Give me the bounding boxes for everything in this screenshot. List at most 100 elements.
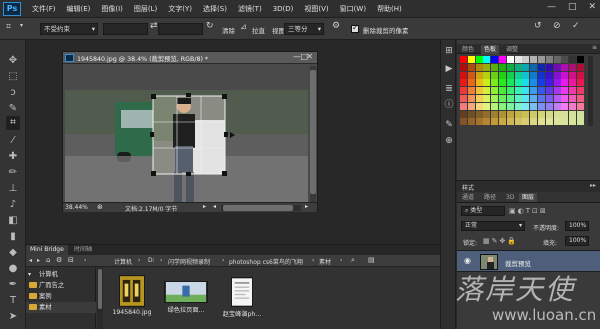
scroll-right-icon[interactable]: ▸	[305, 203, 308, 210]
stamp-tool-icon[interactable]: ⊥	[6, 182, 20, 196]
menu-filter[interactable]: 滤镜(T)	[238, 4, 262, 14]
color-swatch[interactable]	[506, 87, 514, 95]
healing-tool-icon[interactable]: ✚	[6, 150, 20, 164]
menu-window[interactable]: 窗口(W)	[340, 4, 366, 14]
color-swatch[interactable]	[475, 56, 483, 63]
color-swatch[interactable]	[538, 56, 545, 63]
color-swatch[interactable]	[460, 87, 467, 95]
color-swatch[interactable]	[553, 102, 561, 110]
breadcrumb-subfolder[interactable]: photoshop cs6菜鸟的飞翔	[229, 257, 303, 266]
color-swatch[interactable]	[491, 110, 499, 118]
color-swatch[interactable]	[499, 79, 506, 87]
color-swatch[interactable]	[538, 118, 545, 126]
color-swatch[interactable]	[514, 56, 522, 63]
panel-menu-icon[interactable]: ≡	[592, 44, 597, 51]
vertical-scrollbar[interactable]	[310, 66, 316, 202]
view-select[interactable]: 三等分 ▾	[284, 23, 324, 35]
horizontal-scrollbar[interactable]	[221, 205, 301, 211]
color-swatch[interactable]	[553, 63, 561, 71]
color-swatch[interactable]	[514, 71, 522, 79]
move-tool-icon[interactable]: ✥	[6, 54, 20, 68]
color-swatch[interactable]	[553, 56, 561, 63]
breadcrumb-computer[interactable]: 计算机	[114, 257, 132, 266]
layer-name[interactable]: 裁剪预览	[505, 258, 531, 268]
h-scroll-thumb[interactable]	[223, 205, 293, 211]
color-swatch[interactable]	[491, 71, 499, 79]
color-swatch[interactable]	[561, 102, 569, 110]
color-swatch[interactable]	[467, 71, 475, 79]
color-swatch[interactable]	[522, 79, 530, 87]
tab-mini-bridge[interactable]: Mini Bridge	[26, 245, 68, 255]
color-swatch[interactable]	[460, 95, 467, 102]
color-swatch[interactable]	[491, 102, 499, 110]
gradient-tool-icon[interactable]: ▮	[6, 230, 20, 244]
color-swatch[interactable]	[569, 63, 577, 71]
color-swatch[interactable]	[561, 87, 569, 95]
color-swatch[interactable]	[569, 102, 577, 110]
color-swatch[interactable]	[545, 63, 553, 71]
color-swatch[interactable]	[553, 87, 561, 95]
color-swatch[interactable]	[577, 110, 584, 118]
color-swatch[interactable]	[483, 95, 491, 102]
color-swatch[interactable]	[553, 79, 561, 87]
color-swatch[interactable]	[577, 79, 584, 87]
color-swatch[interactable]	[522, 110, 530, 118]
color-swatch[interactable]	[483, 110, 491, 118]
color-swatch[interactable]	[467, 63, 475, 71]
tab-timeline[interactable]: 时间轴	[70, 245, 96, 255]
color-swatch[interactable]	[553, 71, 561, 79]
color-swatch[interactable]	[545, 118, 553, 126]
color-swatch[interactable]	[475, 71, 483, 79]
menu-type[interactable]: 文字(Y)	[168, 4, 192, 14]
eyedropper-tool-icon[interactable]: ⁄	[6, 134, 20, 148]
color-swatch[interactable]	[530, 95, 538, 102]
color-swatch[interactable]	[522, 95, 530, 102]
document-titlebar[interactable]: 1945840.jpg @ 38.4% (裁剪预览, RGB/8) * — □ …	[63, 52, 317, 64]
color-swatch[interactable]	[561, 110, 569, 118]
color-swatch[interactable]	[467, 56, 475, 63]
kind-filter-select[interactable]: ⌕ 类型	[461, 206, 505, 216]
color-swatch[interactable]	[491, 87, 499, 95]
tab-adjustments[interactable]: 调整	[503, 45, 521, 54]
color-swatch[interactable]	[483, 79, 491, 87]
color-swatch[interactable]	[577, 56, 584, 63]
fill-input[interactable]: 100%	[565, 236, 589, 246]
thumbnail-item-2[interactable]: 绿色拉页面...	[156, 275, 216, 314]
tab-layers[interactable]: 图层	[519, 193, 538, 202]
breadcrumb-current[interactable]: 素材	[319, 257, 331, 266]
view-mode-icon[interactable]: ▤	[368, 256, 375, 264]
color-swatch[interactable]	[538, 79, 545, 87]
tab-channels[interactable]: 通道	[459, 193, 477, 202]
color-swatch[interactable]	[538, 95, 545, 102]
color-swatch[interactable]	[506, 102, 514, 110]
color-swatch[interactable]	[530, 87, 538, 95]
width-input[interactable]	[103, 23, 148, 35]
scroll-left-icon[interactable]: ◂	[213, 203, 216, 210]
color-swatch[interactable]	[530, 118, 538, 126]
pen-tool-icon[interactable]: ✒	[6, 278, 20, 292]
straighten-icon[interactable]: ⊿	[240, 22, 247, 31]
color-swatch[interactable]	[561, 71, 569, 79]
type-tool-icon[interactable]: T	[6, 294, 20, 308]
quick-select-tool-icon[interactable]: ✎	[6, 102, 20, 116]
opacity-input[interactable]: 100%	[565, 221, 589, 231]
color-swatch[interactable]	[577, 87, 584, 95]
color-swatch[interactable]	[569, 79, 577, 87]
lock-icons[interactable]: ▦✎✥🔒	[483, 237, 518, 245]
marquee-tool-icon[interactable]: ⬚	[6, 70, 20, 84]
color-swatch[interactable]	[506, 56, 514, 63]
color-swatch[interactable]	[467, 95, 475, 102]
color-swatch[interactable]	[538, 71, 545, 79]
scroll-thumb[interactable]	[310, 70, 316, 194]
color-swatch[interactable]	[460, 102, 467, 110]
color-swatch[interactable]	[460, 118, 467, 126]
path-tool-icon[interactable]: ⊟	[68, 256, 74, 264]
color-swatch[interactable]	[475, 110, 483, 118]
color-swatch[interactable]	[506, 95, 514, 102]
color-swatch[interactable]	[491, 79, 499, 87]
ratio-preset-select[interactable]: 不受约束 ▾	[40, 23, 98, 35]
lasso-tool-icon[interactable]: ↄ	[6, 86, 20, 100]
color-swatch[interactable]	[577, 102, 584, 110]
color-swatch[interactable]	[530, 56, 538, 63]
menu-help[interactable]: 帮助(H)	[377, 4, 402, 14]
